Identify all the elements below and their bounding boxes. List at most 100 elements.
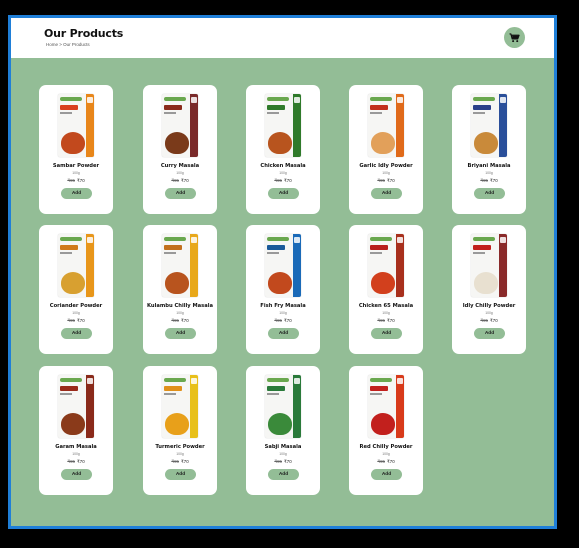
add-to-cart-button[interactable]: Add	[268, 188, 299, 199]
add-to-cart-button[interactable]: Add	[61, 188, 92, 199]
old-price: ₹95	[171, 318, 179, 323]
add-to-cart-button[interactable]: Add	[165, 188, 196, 199]
current-price: ₹70	[284, 318, 292, 323]
cart-icon	[509, 32, 520, 42]
product-weight: 100g	[279, 311, 287, 315]
pack-side-stripe	[293, 234, 301, 297]
pack-subtitle-mark	[267, 393, 279, 395]
product-card[interactable]: Chicken 65 Masala 100g ₹95 ₹70 Add	[349, 225, 423, 354]
add-to-cart-button[interactable]: Add	[371, 328, 402, 339]
pack-food-graphic	[474, 272, 498, 294]
brand-logo	[60, 378, 82, 382]
pack-title-mark	[267, 245, 285, 250]
add-to-cart-button[interactable]: Add	[474, 328, 505, 339]
old-price: ₹95	[67, 318, 75, 323]
pack-food-graphic	[371, 413, 395, 435]
product-price: ₹95 ₹70	[39, 318, 113, 324]
current-price: ₹70	[77, 318, 85, 323]
pack-title-mark	[164, 105, 182, 110]
product-card[interactable]: Sambar Powder 100g ₹95 ₹70 Add	[39, 85, 113, 214]
old-price: ₹95	[171, 178, 179, 183]
pack-food-graphic	[61, 132, 85, 154]
old-price: ₹95	[377, 459, 385, 464]
add-to-cart-button[interactable]: Add	[371, 469, 402, 480]
breadcrumb: Home > Our Products	[46, 42, 90, 47]
pack-title-mark	[164, 386, 182, 391]
product-name: Chicken Masala	[260, 163, 306, 169]
product-image	[58, 234, 94, 297]
add-to-cart-button[interactable]: Add	[268, 469, 299, 480]
pack-subtitle-mark	[60, 252, 72, 254]
pack-subtitle-mark	[370, 112, 382, 114]
pack-subtitle-mark	[267, 112, 279, 114]
product-card[interactable]: Briyani Masala 100g ₹95 ₹70 Add	[452, 85, 526, 214]
add-to-cart-button[interactable]: Add	[268, 328, 299, 339]
product-card[interactable]: Curry Masala 100g ₹95 ₹70 Add	[143, 85, 217, 214]
add-to-cart-button[interactable]: Add	[61, 469, 92, 480]
product-card[interactable]: Garam Masala 100g ₹95 ₹70 Add	[39, 366, 113, 495]
product-price: ₹95 ₹70	[452, 178, 526, 184]
brand-logo	[60, 97, 82, 101]
brand-logo	[370, 378, 392, 382]
pack-side-stripe	[396, 234, 404, 297]
product-name: Idly Chilly Powder	[462, 303, 516, 309]
brand-logo	[60, 237, 82, 241]
product-card[interactable]: Kulambu Chilly Masala 100g ₹95 ₹70 Add	[143, 225, 217, 354]
current-price: ₹70	[490, 318, 498, 323]
current-price: ₹70	[77, 459, 85, 464]
product-card[interactable]: Red Chilly Powder 100g ₹95 ₹70 Add	[349, 366, 423, 495]
product-image	[162, 234, 198, 297]
product-card[interactable]: Turmeric Powder 100g ₹95 ₹70 Add	[143, 366, 217, 495]
product-price: ₹95 ₹70	[143, 178, 217, 184]
pack-subtitle-mark	[164, 393, 176, 395]
brand-logo	[164, 378, 186, 382]
pack-title-mark	[370, 245, 388, 250]
old-price: ₹95	[377, 178, 385, 183]
add-to-cart-button[interactable]: Add	[474, 188, 505, 199]
product-name: Garlic Idly Powder	[359, 163, 413, 169]
pack-title-mark	[473, 245, 491, 250]
pack-subtitle-mark	[267, 252, 279, 254]
product-card[interactable]: Chicken Masala 100g ₹95 ₹70 Add	[246, 85, 320, 214]
old-price: ₹95	[274, 178, 282, 183]
current-price: ₹70	[181, 318, 189, 323]
pack-subtitle-mark	[370, 252, 382, 254]
product-card[interactable]: Sabji Masala 100g ₹95 ₹70 Add	[246, 366, 320, 495]
pack-food-graphic	[165, 132, 189, 154]
product-name: Sabji Masala	[264, 444, 302, 450]
product-weight: 100g	[382, 311, 390, 315]
product-name: Briyani Masala	[467, 163, 511, 169]
pack-title-mark	[370, 386, 388, 391]
product-name: Kulambu Chilly Masala	[146, 303, 214, 309]
current-price: ₹70	[387, 459, 395, 464]
product-card[interactable]: Idly Chilly Powder 100g ₹95 ₹70 Add	[452, 225, 526, 354]
product-name: Sambar Powder	[52, 163, 100, 169]
product-image	[265, 234, 301, 297]
add-to-cart-button[interactable]: Add	[371, 188, 402, 199]
pack-food-graphic	[165, 413, 189, 435]
breadcrumb-text[interactable]: Home > Our Products	[46, 42, 90, 47]
add-to-cart-button[interactable]: Add	[165, 328, 196, 339]
product-weight: 100g	[485, 311, 493, 315]
pack-subtitle-mark	[60, 393, 72, 395]
add-to-cart-button[interactable]: Add	[165, 469, 196, 480]
product-card[interactable]: Garlic Idly Powder 100g ₹95 ₹70 Add	[349, 85, 423, 214]
pack-title-mark	[60, 105, 78, 110]
pack-side-stripe	[499, 94, 507, 157]
brand-logo	[370, 237, 392, 241]
product-card[interactable]: Coriander Powder 100g ₹95 ₹70 Add	[39, 225, 113, 354]
product-name: Coriander Powder	[49, 303, 103, 309]
add-to-cart-button[interactable]: Add	[61, 328, 92, 339]
current-price: ₹70	[284, 178, 292, 183]
pack-side-stripe	[190, 375, 198, 438]
product-weight: 100g	[279, 171, 287, 175]
product-image	[471, 234, 507, 297]
pack-side-stripe	[86, 94, 94, 157]
brand-logo	[267, 97, 289, 101]
cart-button[interactable]	[504, 27, 525, 48]
product-weight: 100g	[72, 311, 80, 315]
product-name: Red Chilly Powder	[359, 444, 413, 450]
product-card[interactable]: Fish Fry Masala 100g ₹95 ₹70 Add	[246, 225, 320, 354]
product-name: Garam Masala	[55, 444, 97, 450]
brand-logo	[473, 237, 495, 241]
